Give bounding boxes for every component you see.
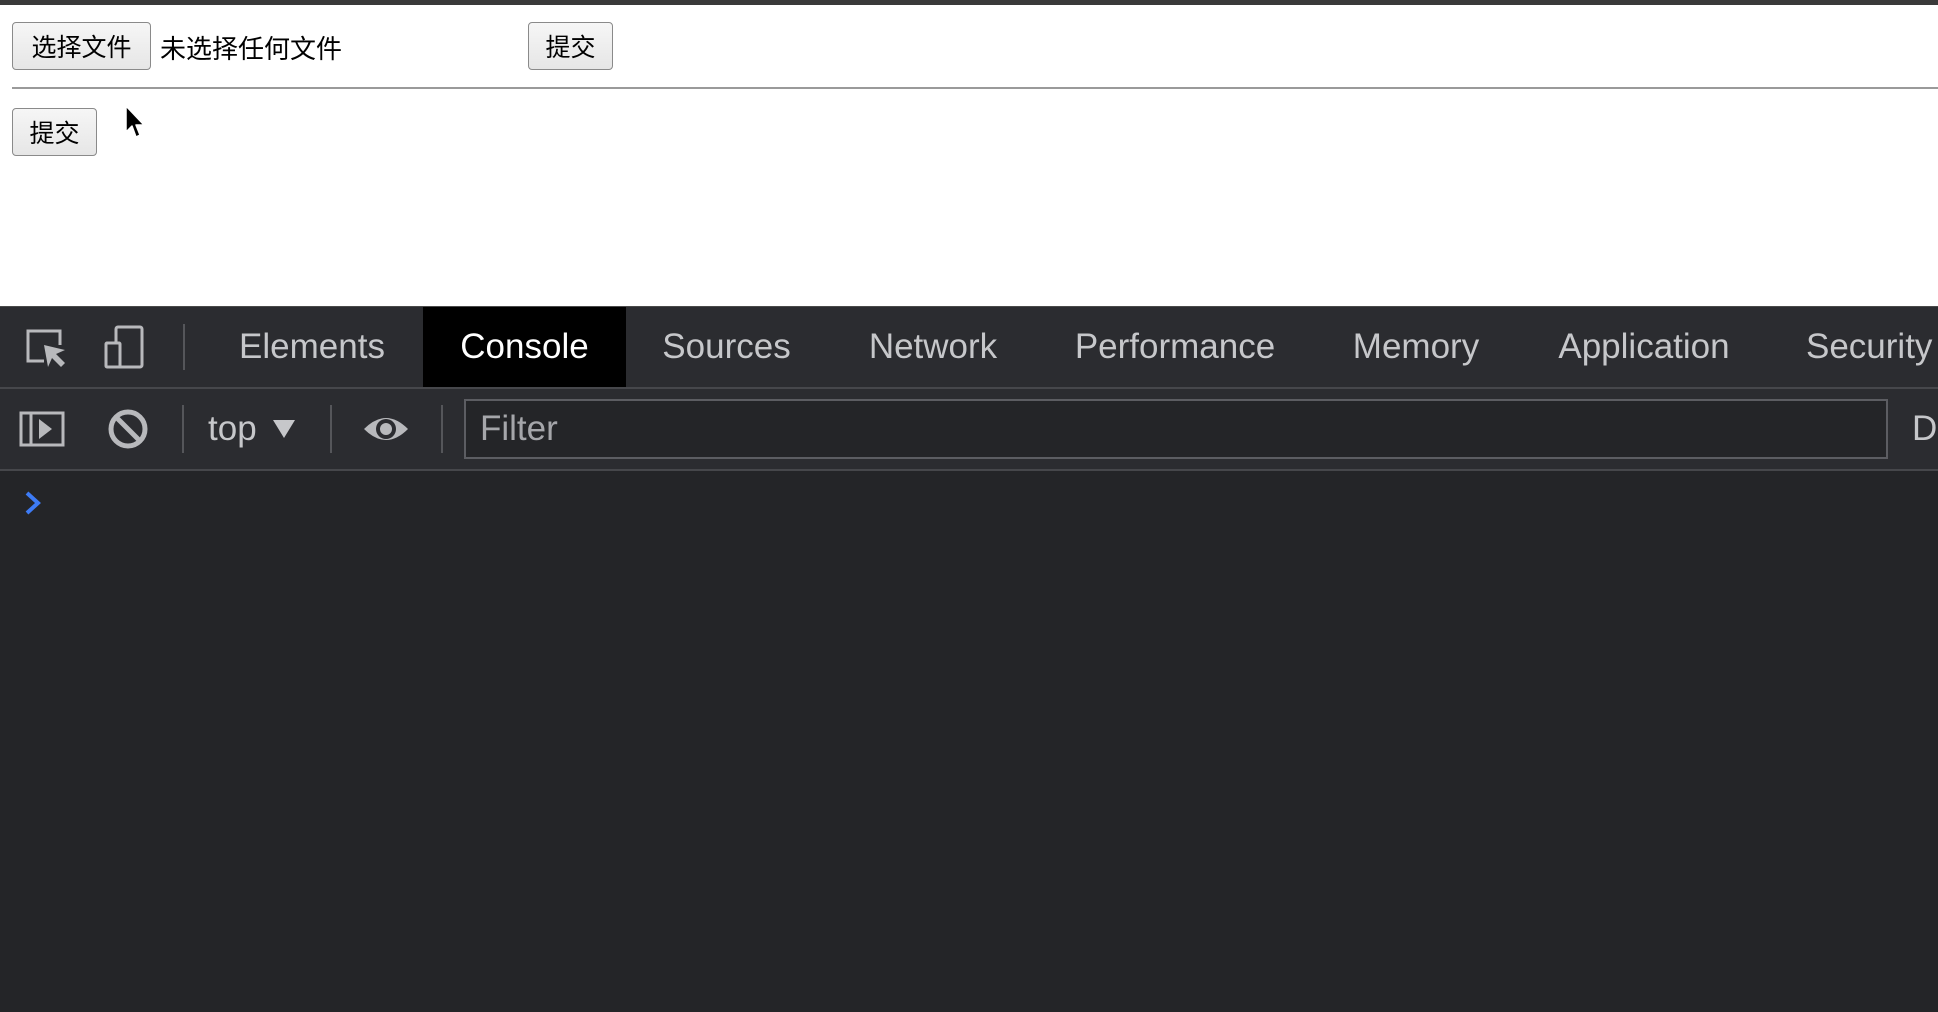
toolbar-separator [441, 405, 443, 453]
tab-console[interactable]: Console [423, 307, 626, 387]
tab-application[interactable]: Application [1544, 307, 1744, 387]
tab-elements[interactable]: Elements [222, 307, 402, 387]
inspect-element-icon[interactable] [22, 323, 70, 371]
toolbar-separator [183, 324, 185, 370]
tab-sources[interactable]: Sources [648, 307, 805, 387]
live-expression-eye-icon[interactable] [362, 405, 410, 453]
devtools-panel: Elements Console Sources Network Perform… [0, 306, 1938, 1012]
tab-memory[interactable]: Memory [1340, 307, 1492, 387]
tab-performance[interactable]: Performance [1060, 307, 1290, 387]
tab-security[interactable]: Security [1794, 307, 1938, 387]
context-label: top [208, 409, 257, 448]
chevron-down-icon [272, 420, 295, 438]
browser-window: 选择文件 未选择任何文件 提交 提交 Elements Console Sour… [0, 0, 1938, 1012]
submit-button[interactable]: 提交 [12, 108, 97, 156]
tab-network[interactable]: Network [854, 307, 1012, 387]
mouse-pointer-icon [125, 105, 145, 138]
clear-console-icon[interactable] [104, 405, 152, 453]
console-sidebar-icon[interactable] [18, 405, 66, 453]
log-levels-dropdown[interactable]: D [1912, 389, 1937, 469]
horizontal-rule [12, 87, 1938, 89]
console-filter-input[interactable] [464, 399, 1888, 459]
toolbar-separator [182, 405, 184, 453]
context-selector[interactable]: top [208, 389, 295, 469]
file-status-text: 未选择任何文件 [160, 35, 343, 65]
device-toolbar-icon[interactable] [102, 323, 150, 371]
submit-upload-button[interactable]: 提交 [528, 22, 613, 70]
console-toolbar: top D [0, 389, 1938, 471]
webpage-content: 选择文件 未选择任何文件 提交 提交 [0, 5, 1938, 306]
console-prompt-chevron-icon [25, 491, 41, 515]
toolbar-separator [330, 405, 332, 453]
devtools-main-toolbar: Elements Console Sources Network Perform… [0, 307, 1938, 389]
choose-file-button[interactable]: 选择文件 [12, 22, 151, 70]
